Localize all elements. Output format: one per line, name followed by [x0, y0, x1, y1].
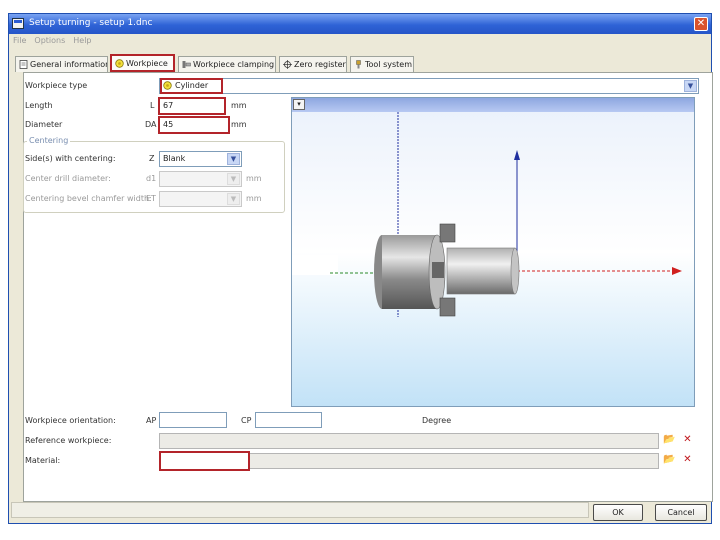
length-input[interactable]: 67	[158, 97, 226, 115]
tab-label: General information	[30, 60, 108, 69]
drill-unit: mm	[246, 174, 262, 183]
window-title: Setup turning - setup 1.dnc	[29, 18, 153, 28]
zero-register-icon	[283, 60, 292, 69]
clear-reference-button[interactable]: ✕	[680, 433, 695, 448]
workpiece-icon	[115, 59, 124, 68]
length-unit: mm	[231, 101, 247, 110]
sides-symbol: Z	[149, 154, 155, 163]
app-icon	[12, 18, 24, 29]
cp-input[interactable]	[255, 412, 322, 428]
menu-file[interactable]: File	[13, 34, 26, 47]
workpiece-cylinder	[446, 247, 516, 295]
title-bar: Setup turning - setup 1.dnc ✕	[9, 14, 711, 34]
chuck-jaw-middle	[432, 262, 444, 278]
ap-input[interactable]	[159, 412, 227, 428]
clear-material-button[interactable]: ✕	[680, 453, 695, 468]
length-symbol: L	[150, 101, 155, 110]
diameter-input[interactable]: 45	[158, 116, 230, 134]
tab-label: Workpiece	[126, 59, 168, 68]
chevron-down-icon: ▼	[227, 153, 240, 165]
cp-label: CP	[241, 416, 252, 425]
degree-label: Degree	[422, 416, 452, 425]
chevron-down-icon: ▼	[227, 173, 240, 185]
workpiece-end	[510, 247, 520, 295]
menu-options[interactable]: Options	[34, 34, 65, 47]
reference-workpiece-field[interactable]	[159, 433, 659, 449]
center-drill-diameter-dropdown[interactable]: ▼	[159, 171, 242, 187]
workpiece-type-label: Workpiece type	[25, 81, 88, 90]
reference-workpiece-label: Reference workpiece:	[25, 436, 112, 445]
cylinder-icon	[163, 81, 172, 90]
view-toolbar: ▾	[292, 98, 694, 112]
tab-label: Workpiece clamping	[193, 60, 275, 69]
tool-system-icon	[356, 60, 361, 69]
sides-with-centering-dropdown[interactable]: Blank ▼	[159, 151, 242, 167]
open-folder-icon[interactable]: 📂	[662, 453, 677, 468]
menu-help[interactable]: Help	[73, 34, 91, 47]
tab-label: Tool system	[365, 60, 413, 69]
clamping-icon	[182, 61, 191, 68]
diameter-label: Diameter	[25, 120, 63, 129]
diameter-symbol: DA	[145, 120, 157, 129]
sides-with-centering-label: Side(s) with centering:	[25, 154, 116, 163]
menu-bar: File Options Help	[9, 34, 711, 47]
cancel-button[interactable]: Cancel	[655, 504, 707, 521]
x-axis-arrow	[672, 267, 682, 275]
tab-general-information[interactable]: General information	[15, 56, 108, 72]
tool-axis-arrow	[514, 150, 520, 160]
tab-zero-register[interactable]: Zero register	[279, 56, 347, 72]
chevron-down-icon: ▼	[684, 80, 697, 92]
bevel-unit: mm	[246, 194, 262, 203]
tab-label: Zero register	[294, 60, 346, 69]
sides-value: Blank	[163, 154, 186, 163]
open-folder-icon[interactable]: 📂	[662, 433, 677, 448]
workpiece-orientation-label: Workpiece orientation:	[25, 416, 116, 425]
workpiece-type-value: Cylinder	[175, 81, 209, 90]
tab-tool-system[interactable]: Tool system	[350, 56, 414, 72]
info-icon	[19, 60, 28, 69]
ap-label: AP	[146, 416, 157, 425]
chuck-jaw-bottom	[439, 297, 456, 317]
lathe-model-drawing	[330, 112, 682, 317]
centering-group-title: Centering	[27, 136, 71, 145]
bevel-symbol: ET	[146, 194, 156, 203]
setup-turning-window: Setup turning - setup 1.dnc ✕ File Option…	[8, 13, 713, 524]
material-highlight[interactable]	[159, 451, 250, 471]
workpiece-3d-view[interactable]: ▾	[291, 97, 695, 407]
tab-workpiece-clamping[interactable]: Workpiece clamping	[178, 56, 276, 72]
chevron-down-icon: ▼	[227, 193, 240, 205]
material-label: Material:	[25, 456, 61, 465]
diameter-unit: mm	[231, 120, 247, 129]
centering-bevel-label: Centering bevel chamfer width:	[25, 194, 152, 203]
tab-workpiece[interactable]: Workpiece	[110, 54, 175, 72]
chuck-jaw-top	[439, 223, 456, 243]
workpiece-type-dropdown[interactable]: ▼	[159, 78, 699, 94]
close-button[interactable]: ✕	[694, 17, 708, 31]
center-drill-diameter-label: Center drill diameter:	[25, 174, 111, 183]
status-bar	[11, 502, 589, 518]
drill-symbol: d1	[146, 174, 157, 183]
length-label: Length	[25, 101, 53, 110]
centering-bevel-dropdown[interactable]: ▼	[159, 191, 242, 207]
ok-button[interactable]: OK	[593, 504, 643, 521]
view-menu-button[interactable]: ▾	[293, 99, 305, 110]
workpiece-type-selected[interactable]: Cylinder	[160, 78, 223, 94]
